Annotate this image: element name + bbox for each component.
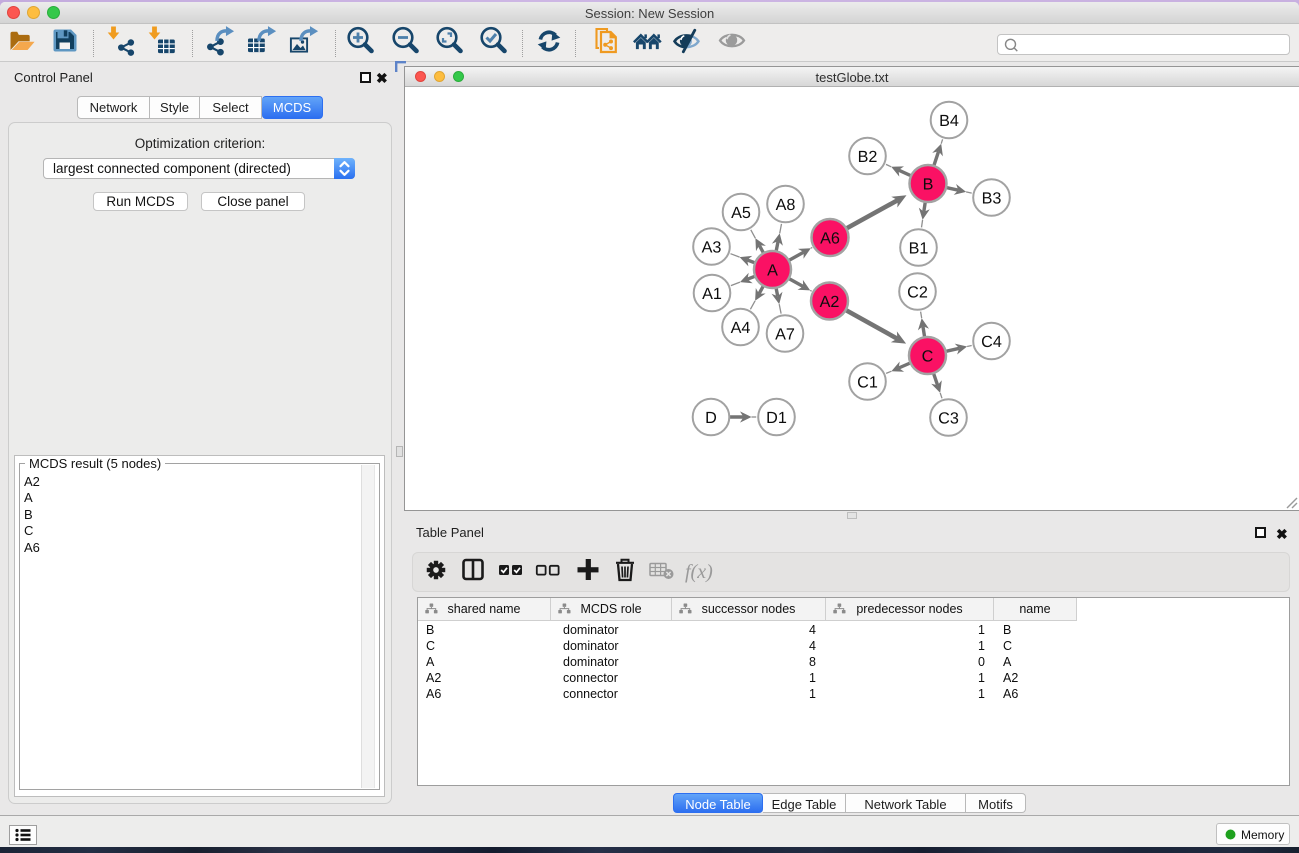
svg-text:A2: A2	[820, 293, 840, 311]
svg-text:B: B	[923, 176, 934, 194]
svg-text:C1: C1	[857, 374, 878, 392]
svg-text:C4: C4	[981, 333, 1002, 351]
svg-text:A8: A8	[776, 196, 796, 214]
svg-text:B1: B1	[909, 240, 929, 258]
svg-text:B2: B2	[858, 148, 878, 166]
svg-text:C3: C3	[938, 410, 959, 428]
svg-text:A5: A5	[731, 204, 751, 222]
svg-text:A6: A6	[820, 230, 840, 248]
svg-text:C: C	[922, 348, 934, 366]
svg-text:A1: A1	[702, 285, 722, 303]
svg-text:D: D	[705, 409, 717, 427]
svg-text:B3: B3	[982, 190, 1002, 208]
svg-text:C2: C2	[907, 284, 928, 302]
svg-text:A4: A4	[731, 319, 751, 337]
svg-text:A3: A3	[702, 239, 722, 257]
svg-text:A: A	[767, 262, 778, 280]
svg-text:B4: B4	[939, 112, 959, 130]
svg-text:D1: D1	[766, 409, 787, 427]
svg-text:A7: A7	[775, 326, 795, 344]
